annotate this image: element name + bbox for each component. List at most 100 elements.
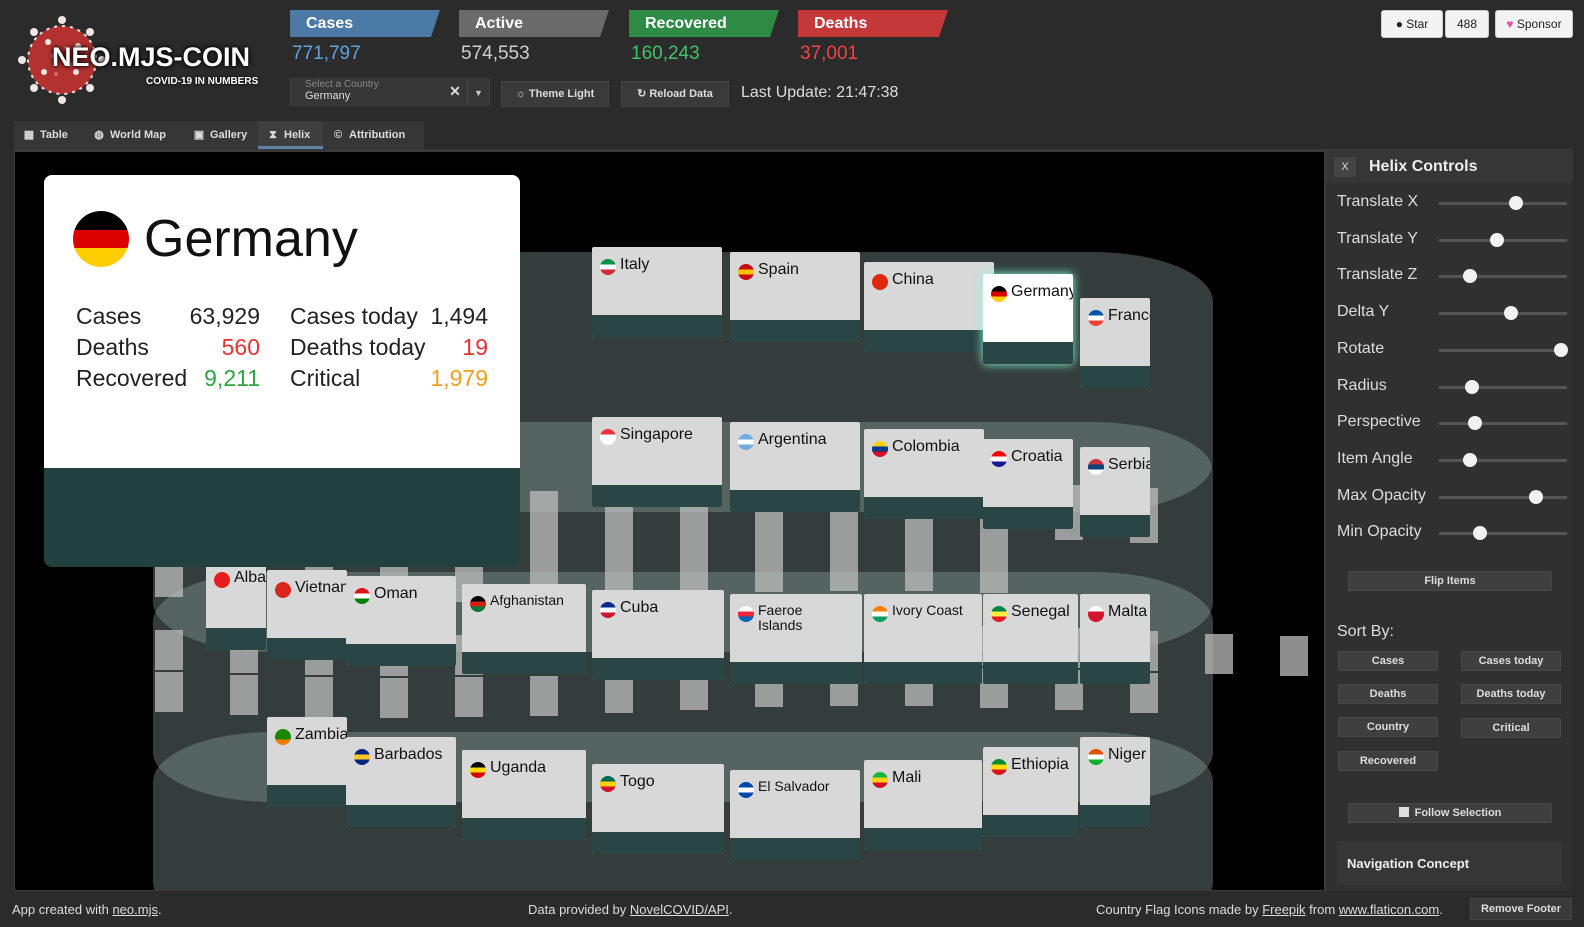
reload-data-button[interactable]: ↻ Reload Data (621, 81, 729, 107)
country-select[interactable]: Select a Country Germany ✕ ▼ (290, 78, 490, 106)
detail-recovered-label: Recovered (76, 365, 188, 391)
flag-icon (872, 274, 888, 290)
helix-card[interactable]: Uganda (462, 750, 586, 840)
helix-card-country: Albania (234, 569, 266, 586)
detail-recovered-value: 9,211 (204, 365, 260, 391)
sort-cases-button[interactable]: Cases (1338, 651, 1438, 671)
slider-thumb[interactable] (1503, 306, 1518, 321)
helix-card[interactable]: Ivory Coast (864, 594, 982, 684)
helix-card[interactable]: El Salvador (730, 770, 860, 860)
helix-card[interactable]: Germany (983, 274, 1073, 364)
helix-card[interactable]: Argentina (730, 422, 860, 512)
slider-thumb[interactable] (1508, 196, 1523, 210)
slider-thumb[interactable] (1462, 269, 1477, 284)
helix-card[interactable]: Albania (206, 560, 266, 650)
helix-back-card (755, 537, 783, 593)
helix-card[interactable]: Cuba (592, 590, 724, 680)
slider-thumb[interactable] (1489, 232, 1504, 247)
slider-track[interactable] (1439, 452, 1567, 467)
helix-card[interactable]: Oman (346, 576, 456, 666)
github-star-count[interactable]: 488 (1445, 10, 1489, 38)
slider-track[interactable] (1439, 342, 1568, 357)
slider-label: Perspective (1337, 413, 1421, 431)
helix-card[interactable]: Barbados (346, 737, 456, 827)
helix-back-card (1205, 633, 1233, 674)
slider-thumb[interactable] (1553, 342, 1568, 357)
stat-cases-value: 771,797 (292, 43, 361, 64)
freepik-link[interactable]: Freepik (1262, 902, 1305, 917)
flag-icon (1088, 310, 1104, 326)
github-star-button[interactable]: ● Star (1381, 10, 1443, 38)
tab-table[interactable]: ▦ Table (14, 121, 84, 149)
navigation-concept-header[interactable]: Navigation Concept (1337, 841, 1562, 885)
helix-card[interactable]: Spain (730, 252, 860, 342)
slider-thumb[interactable] (1529, 489, 1544, 504)
github-sponsor-button[interactable]: ♥ Sponsor (1495, 10, 1573, 38)
helix-card[interactable]: France (1080, 298, 1150, 388)
tab-world-map[interactable]: ◍ World Map (84, 121, 184, 149)
helix-card[interactable]: Colombia (864, 429, 984, 519)
hourglass-icon: ⧗ (269, 129, 277, 141)
helix-card[interactable]: Italy (592, 247, 722, 337)
helix-card[interactable]: Serbia (1080, 447, 1150, 537)
helix-card[interactable]: Croatia (983, 439, 1073, 529)
helix-card[interactable]: Ethiopia (983, 747, 1078, 837)
helix-card[interactable]: Singapore (592, 417, 722, 507)
sort-deaths-button[interactable]: Deaths (1338, 684, 1438, 704)
helix-card[interactable]: China (864, 262, 994, 352)
slider-track[interactable] (1439, 526, 1567, 541)
sort-country-button[interactable]: Country (1338, 717, 1438, 737)
slider-thumb[interactable] (1472, 526, 1487, 541)
detail-cases-value: 63,929 (189, 303, 260, 329)
follow-selection-label: Follow Selection (1414, 807, 1502, 819)
helix-card-country: Cuba (620, 599, 659, 616)
sort-deaths-today-button[interactable]: Deaths today (1461, 684, 1561, 704)
detail-country-name: Germany (144, 210, 358, 268)
follow-selection-checkbox[interactable]: Follow Selection (1348, 803, 1552, 823)
tab-gallery[interactable]: ▣ Gallery (184, 121, 258, 149)
slider-thumb[interactable] (1462, 452, 1477, 467)
neo-mjs-link[interactable]: neo.mjs (112, 902, 158, 917)
helix-card[interactable]: Afghanistan (462, 584, 586, 674)
remove-footer-button[interactable]: Remove Footer (1470, 898, 1572, 920)
flag-icon (1088, 459, 1104, 475)
slider-track[interactable] (1439, 416, 1567, 431)
tab-helix-label: Helix (284, 129, 311, 141)
helix-card[interactable]: Malta (1080, 594, 1150, 684)
tab-attribution[interactable]: © Attribution (323, 121, 424, 149)
theme-light-button[interactable]: ☼ Theme Light (501, 81, 609, 107)
slider-thumb[interactable] (1467, 416, 1482, 431)
helix-card[interactable]: Vietnam (267, 570, 347, 660)
helix-card-country: Ethiopia (1011, 756, 1069, 773)
helix-card[interactable]: Mali (864, 760, 982, 850)
helix-card[interactable]: Zambia (267, 717, 347, 807)
chevron-down-icon[interactable]: ▼ (467, 81, 489, 103)
slider-track[interactable] (1439, 269, 1567, 284)
stat-active-value: 574,553 (461, 43, 530, 64)
slider-label: Radius (1337, 376, 1387, 394)
helix-card[interactable]: Senegal (983, 594, 1078, 684)
helix-card[interactable]: Faeroe Islands (730, 594, 862, 684)
slider-track[interactable] (1439, 196, 1567, 210)
tab-helix[interactable]: ⧗ Helix (258, 121, 323, 149)
clear-icon[interactable]: ✕ (445, 83, 465, 105)
sort-critical-button[interactable]: Critical (1461, 718, 1561, 738)
slider-track[interactable] (1439, 379, 1567, 394)
sort-recovered-button[interactable]: Recovered (1338, 751, 1438, 771)
slider-track[interactable] (1439, 489, 1567, 504)
slider-track[interactable] (1439, 232, 1567, 247)
close-controls-button[interactable]: X (1334, 157, 1356, 177)
stat-recovered-value: 160,243 (631, 43, 700, 64)
slider-track[interactable] (1439, 306, 1567, 321)
slider-thumb[interactable] (1465, 379, 1480, 394)
sort-cases-today-button[interactable]: Cases today (1461, 651, 1561, 671)
slider-label: Translate Z (1337, 266, 1418, 284)
reload-data-label: Reload Data (649, 88, 713, 100)
helix-card-country: Uganda (490, 759, 547, 776)
helix-card[interactable]: Togo (592, 764, 724, 854)
flaticon-link[interactable]: www.flaticon.com (1339, 902, 1439, 917)
helix-card[interactable]: Niger (1080, 737, 1150, 827)
flip-items-button[interactable]: Flip Items (1348, 571, 1552, 591)
novelcovid-api-link[interactable]: NovelCOVID/API (630, 902, 729, 917)
sun-icon: ☼ (515, 88, 529, 100)
